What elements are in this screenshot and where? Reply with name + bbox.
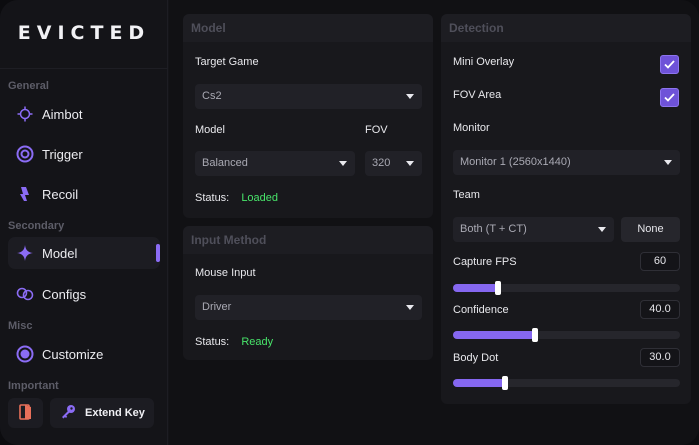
chevron-down-icon	[406, 161, 414, 166]
sidebar: EVICTED General Aimbot Trigger Recoil Se…	[0, 0, 168, 445]
target-game-label: Target Game	[195, 56, 259, 68]
sidebar-item-recoil[interactable]: Recoil	[8, 178, 160, 210]
palette-icon	[8, 345, 42, 363]
body-dot-value[interactable]: 30.0	[640, 348, 680, 367]
sidebar-item-label: Model	[42, 245, 78, 261]
input-status: Status: Ready	[195, 336, 273, 348]
detection-panel: Detection Mini Overlay FOV Area Monitor …	[441, 14, 691, 404]
model-label: Model	[195, 124, 225, 136]
sidebar-item-trigger[interactable]: Trigger	[8, 138, 160, 170]
sidebar-item-model[interactable]: Model	[8, 237, 160, 269]
section-label-secondary: Secondary	[8, 220, 65, 232]
slider-thumb[interactable]	[502, 376, 508, 390]
confidence-slider[interactable]	[453, 328, 680, 342]
status-label: Status:	[195, 336, 230, 348]
section-label-important: Important	[8, 380, 59, 392]
recoil-icon	[8, 186, 42, 202]
panel-title: Model	[183, 14, 433, 42]
slider-fill	[453, 331, 535, 339]
model-value: Balanced	[202, 157, 248, 169]
slider-thumb[interactable]	[495, 281, 501, 295]
monitor-dropdown[interactable]: Monitor 1 (2560x1440)	[453, 150, 680, 175]
slider-fill	[453, 379, 505, 387]
chevron-down-icon	[406, 94, 414, 99]
chevron-down-icon	[339, 161, 347, 166]
mouse-input-value: Driver	[202, 301, 232, 313]
team-dropdown[interactable]: Both (T + CT)	[453, 217, 614, 242]
body-dot-label: Body Dot	[453, 352, 499, 364]
app-window: EVICTED General Aimbot Trigger Recoil Se…	[0, 0, 699, 445]
sidebar-item-label: Customize	[42, 346, 104, 362]
model-status: Status: Loaded	[195, 192, 278, 204]
slider-thumb[interactable]	[532, 328, 538, 342]
section-label-misc: Misc	[8, 320, 33, 332]
sidebar-item-customize[interactable]: Customize	[8, 338, 160, 370]
link-icon	[8, 287, 42, 301]
model-panel: Model Target Game Cs2 Model FOV Balanced…	[183, 14, 433, 218]
crosshair-icon	[8, 106, 42, 122]
status-label: Status:	[195, 192, 230, 204]
target-game-value: Cs2	[202, 90, 222, 102]
mini-overlay-checkbox[interactable]	[660, 55, 679, 74]
fov-dropdown[interactable]: 320	[365, 151, 422, 176]
mini-overlay-label: Mini Overlay	[453, 56, 515, 68]
mouse-input-dropdown[interactable]: Driver	[195, 295, 422, 320]
fov-area-checkbox[interactable]	[660, 88, 679, 107]
fov-value: 320	[372, 157, 391, 169]
sidebar-item-label: Recoil	[42, 186, 79, 202]
sidebar-item-label: Trigger	[42, 146, 83, 162]
sparkle-icon	[8, 245, 42, 261]
status-value: Loaded	[241, 192, 279, 204]
sidebar-item-label: Aimbot	[42, 106, 83, 122]
monitor-value: Monitor 1 (2560x1440)	[460, 156, 571, 168]
fov-area-label: FOV Area	[453, 89, 502, 101]
mouse-input-label: Mouse Input	[195, 267, 256, 279]
capture-fps-label: Capture FPS	[453, 256, 517, 268]
confidence-label: Confidence	[453, 304, 509, 316]
check-icon	[664, 60, 675, 69]
key-icon	[60, 404, 76, 423]
check-icon	[664, 93, 675, 102]
confidence-value[interactable]: 40.0	[640, 300, 680, 319]
active-indicator	[156, 244, 160, 262]
sidebar-item-aimbot[interactable]: Aimbot	[8, 98, 160, 130]
chevron-down-icon	[664, 160, 672, 165]
team-label: Team	[453, 189, 480, 201]
team-value: Both (T + CT)	[460, 223, 527, 235]
section-label-general: General	[8, 80, 49, 92]
exit-button[interactable]	[8, 398, 43, 428]
chevron-down-icon	[598, 227, 606, 232]
body-dot-slider[interactable]	[453, 376, 680, 390]
exit-door-icon	[18, 403, 33, 423]
monitor-label: Monitor	[453, 122, 490, 134]
input-method-panel: Input Method Mouse Input Driver Status: …	[183, 226, 433, 360]
target-game-dropdown[interactable]: Cs2	[195, 84, 422, 109]
extend-key-button[interactable]: Extend Key	[50, 398, 154, 428]
fov-label: FOV	[365, 124, 388, 136]
main-content: Model Target Game Cs2 Model FOV Balanced…	[169, 0, 699, 445]
model-dropdown[interactable]: Balanced	[195, 151, 355, 176]
slider-fill	[453, 284, 498, 292]
panel-title: Input Method	[183, 226, 433, 254]
app-logo: EVICTED	[17, 22, 151, 44]
chevron-down-icon	[406, 305, 414, 310]
status-value: Ready	[241, 336, 274, 348]
capture-fps-slider[interactable]	[453, 281, 680, 295]
capture-fps-value[interactable]: 60	[640, 252, 680, 271]
target-ring-icon	[8, 145, 42, 163]
divider	[0, 68, 168, 69]
sidebar-item-configs[interactable]: Configs	[8, 278, 160, 310]
team-none-button[interactable]: None	[621, 217, 680, 242]
panel-title: Detection	[441, 14, 691, 42]
extend-key-label: Extend Key	[85, 407, 145, 419]
sidebar-item-label: Configs	[42, 286, 87, 302]
